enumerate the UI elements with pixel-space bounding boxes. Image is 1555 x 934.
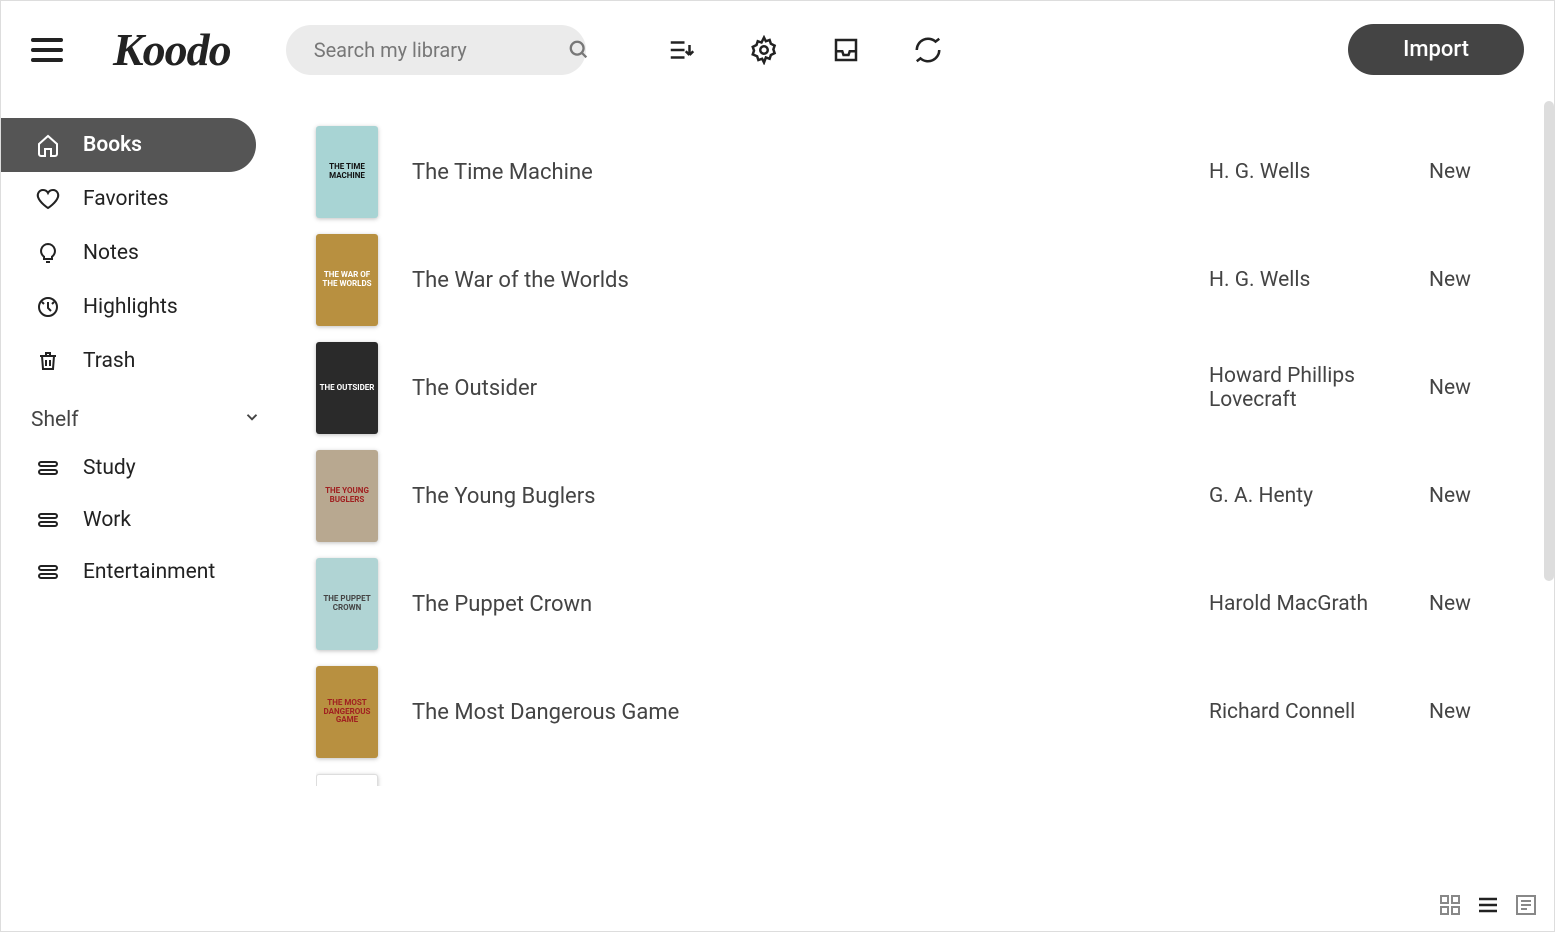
shelf-item-study[interactable]: Study [1,442,291,494]
trash-icon [35,348,61,374]
search-icon[interactable] [568,34,590,66]
book-row[interactable]: The Young BuglersThe Young BuglersG. A. … [316,442,1529,550]
settings-button[interactable] [748,34,780,66]
import-button[interactable]: Import [1348,24,1524,75]
heart-icon [35,186,61,212]
book-cover[interactable]: The Outsider [316,342,378,434]
book-row[interactable]: The OutsiderThe OutsiderHoward Phillips … [316,334,1529,442]
book-author: Richard Connell [1209,700,1429,724]
grid-view-button[interactable] [1438,893,1462,917]
book-list: The Time MachineThe Time MachineH. G. We… [291,98,1554,934]
home-icon [35,132,61,158]
sidebar-item-books[interactable]: Books [1,118,256,172]
sidebar-item-label: Trash [83,349,135,373]
book-author: Howard Phillips Lovecraft [1209,364,1429,412]
book-row[interactable]: The Time MachineThe Time MachineH. G. We… [316,118,1529,226]
header-actions [666,34,944,66]
scrollbar[interactable] [1544,101,1554,581]
sidebar: Books Favorites Notes Highlights Trash Shelf… [1,98,291,934]
shelf-header[interactable]: Shelf [1,388,291,442]
book-author: Harold MacGrath [1209,592,1429,616]
header: Koodo Import [1,1,1554,98]
shelf-icon [35,559,61,585]
shelf-icon [35,455,61,481]
view-switcher [1438,893,1538,917]
book-cover[interactable]: The Young Buglers [316,450,378,542]
shelf-item-label: Study [83,456,136,480]
book-title: The War of the Worlds [412,268,1209,293]
sidebar-item-trash[interactable]: Trash [1,334,291,388]
book-author: H. G. Wells [1209,160,1429,184]
book-title: The Young Buglers [412,484,1209,509]
sidebar-item-label: Notes [83,241,139,265]
menu-button[interactable] [31,34,63,66]
book-title: The Most Dangerous Game [412,700,1209,725]
sidebar-item-favorites[interactable]: Favorites [1,172,291,226]
book-row[interactable]: The Puppet CrownThe Puppet CrownHarold M… [316,550,1529,658]
book-cover[interactable]: The Time Machine [316,126,378,218]
sidebar-item-label: Books [83,133,142,157]
book-row[interactable]: The Most Dangerous Game The Most Dangerou… [316,658,1529,766]
shelf-item-label: Work [83,508,131,532]
shelf-item-work[interactable]: Work [1,494,291,546]
book-cover[interactable]: The [316,774,378,786]
book-author: H. G. Wells [1209,268,1429,292]
sidebar-item-notes[interactable]: Notes [1,226,291,280]
book-row[interactable]: The War of the Worlds The War of the Worl… [316,226,1529,334]
book-cover[interactable]: The War of the Worlds [316,234,378,326]
book-cover[interactable]: The Most Dangerous Game [316,666,378,758]
book-title: The Time Machine [412,160,1209,185]
shelf-icon [35,507,61,533]
sync-button[interactable] [912,34,944,66]
search-box[interactable] [286,25,586,75]
chevron-down-icon [243,408,261,432]
book-cover[interactable]: The Puppet Crown [316,558,378,650]
bulb-icon [35,240,61,266]
book-status: New [1429,484,1529,508]
detail-view-button[interactable] [1514,893,1538,917]
sort-button[interactable] [666,34,698,66]
book-status: New [1429,592,1529,616]
highlight-icon [35,294,61,320]
sidebar-item-highlights[interactable]: Highlights [1,280,291,334]
book-status: New [1429,700,1529,724]
sidebar-item-label: Favorites [83,187,169,211]
book-status: New [1429,160,1529,184]
inbox-button[interactable] [830,34,862,66]
book-title: The Outsider [412,376,1209,401]
book-status: New [1429,376,1529,400]
book-title: The Puppet Crown [412,592,1209,617]
search-input[interactable] [314,38,568,62]
shelf-item-label: Entertainment [83,560,215,584]
book-row[interactable]: The [316,766,1529,786]
book-status: New [1429,268,1529,292]
book-author: G. A. Henty [1209,484,1429,508]
sidebar-item-label: Highlights [83,295,178,319]
shelf-item-entertainment[interactable]: Entertainment [1,546,291,598]
shelf-label: Shelf [31,408,79,432]
app-logo: Koodo [113,23,231,76]
list-view-button[interactable] [1476,893,1500,917]
